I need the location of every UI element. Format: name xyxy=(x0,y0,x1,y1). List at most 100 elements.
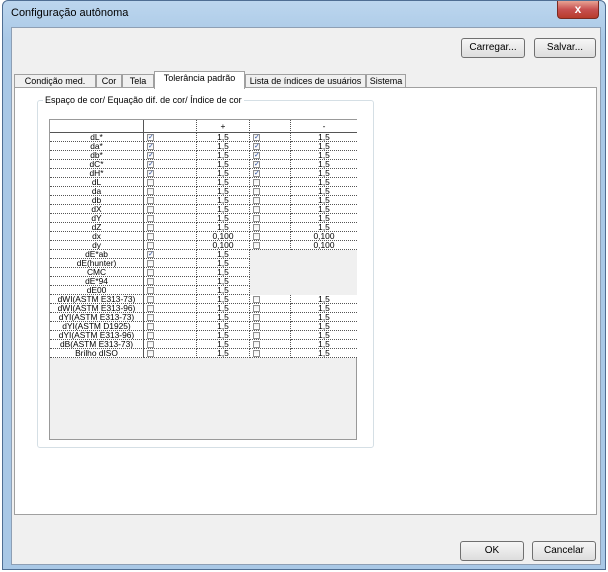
minus-tolerance-value[interactable]: 1,5 xyxy=(291,295,357,304)
plus-tolerance-value[interactable]: 1,5 xyxy=(197,286,250,295)
plus-enable-checkbox[interactable] xyxy=(147,179,154,186)
plus-enable-checkbox[interactable] xyxy=(147,188,154,195)
plus-tolerance-value[interactable]: 1,5 xyxy=(197,322,250,331)
minus-tolerance-value[interactable]: 1,5 xyxy=(291,322,357,331)
minus-enable-checkbox[interactable] xyxy=(253,143,260,150)
plus-enable-checkbox[interactable] xyxy=(147,350,154,357)
plus-enable-checkbox[interactable] xyxy=(147,278,154,285)
minus-tolerance-value[interactable]: 0,100 xyxy=(291,232,357,241)
plus-tolerance-value[interactable]: 1,5 xyxy=(197,142,250,151)
minus-enable-checkbox[interactable] xyxy=(253,188,260,195)
minus-enable-checkbox[interactable] xyxy=(253,323,260,330)
minus-tolerance-value[interactable]: 1,5 xyxy=(291,214,357,223)
tab-user-index-list[interactable]: Lista de índices de usuários xyxy=(245,74,366,88)
plus-tolerance-value[interactable]: 1,5 xyxy=(197,313,250,322)
plus-enable-checkbox[interactable] xyxy=(147,134,154,141)
plus-enable-checkbox[interactable] xyxy=(147,170,154,177)
plus-enable-checkbox[interactable] xyxy=(147,251,154,258)
plus-tolerance-value[interactable]: 1,5 xyxy=(197,277,250,286)
plus-tolerance-value[interactable]: 1,5 xyxy=(197,169,250,178)
minus-tolerance-value[interactable]: 1,5 xyxy=(291,187,357,196)
plus-tolerance-value[interactable]: 0,100 xyxy=(197,232,250,241)
ok-button[interactable]: OK xyxy=(460,541,524,561)
plus-enable-checkbox[interactable] xyxy=(147,143,154,150)
close-button[interactable]: x xyxy=(557,1,599,19)
plus-tolerance-value[interactable]: 1,5 xyxy=(197,196,250,205)
minus-tolerance-value[interactable]: 1,5 xyxy=(291,142,357,151)
minus-enable-checkbox[interactable] xyxy=(253,314,260,321)
save-button[interactable]: Salvar... xyxy=(534,38,596,58)
minus-enable-checkbox[interactable] xyxy=(253,179,260,186)
minus-enable-checkbox[interactable] xyxy=(253,233,260,240)
plus-enable-checkbox[interactable] xyxy=(147,332,154,339)
minus-tolerance-value[interactable]: 1,5 xyxy=(291,133,357,142)
plus-tolerance-value[interactable]: 1,5 xyxy=(197,178,250,187)
plus-enable-checkbox[interactable] xyxy=(147,161,154,168)
plus-enable-checkbox[interactable] xyxy=(147,296,154,303)
minus-enable-checkbox[interactable] xyxy=(253,161,260,168)
plus-tolerance-value[interactable]: 1,5 xyxy=(197,295,250,304)
cancel-button[interactable]: Cancelar xyxy=(532,541,596,561)
tab-screen[interactable]: Tela xyxy=(122,74,154,88)
plus-tolerance-value[interactable]: 1,5 xyxy=(197,151,250,160)
plus-tolerance-value[interactable]: 1,5 xyxy=(197,349,250,358)
tab-system[interactable]: Sistema xyxy=(366,74,406,88)
minus-enable-checkbox[interactable] xyxy=(253,296,260,303)
tab-measurement-condition[interactable]: Condição med. xyxy=(14,74,96,88)
minus-enable-checkbox[interactable] xyxy=(253,242,260,249)
minus-tolerance-value[interactable]: 1,5 xyxy=(291,304,357,313)
minus-enable-checkbox[interactable] xyxy=(253,350,260,357)
plus-enable-checkbox[interactable] xyxy=(147,197,154,204)
tab-default-tolerance[interactable]: Tolerância padrão xyxy=(154,71,245,89)
title-bar[interactable]: Configuração autônoma x xyxy=(3,1,605,27)
minus-enable-checkbox[interactable] xyxy=(253,152,260,159)
minus-tolerance-value[interactable]: 1,5 xyxy=(291,223,357,232)
plus-enable-checkbox[interactable] xyxy=(147,233,154,240)
plus-enable-checkbox[interactable] xyxy=(147,269,154,276)
minus-enable-checkbox[interactable] xyxy=(253,341,260,348)
plus-tolerance-value[interactable]: 1,5 xyxy=(197,304,250,313)
minus-tolerance-value[interactable]: 1,5 xyxy=(291,205,357,214)
plus-tolerance-value[interactable]: 1,5 xyxy=(197,205,250,214)
plus-tolerance-value[interactable]: 1,5 xyxy=(197,331,250,340)
minus-enable-checkbox[interactable] xyxy=(253,332,260,339)
plus-enable-checkbox[interactable] xyxy=(147,287,154,294)
plus-tolerance-value[interactable]: 1,5 xyxy=(197,133,250,142)
minus-tolerance-value[interactable]: 1,5 xyxy=(291,178,357,187)
minus-tolerance-value[interactable]: 1,5 xyxy=(291,313,357,322)
minus-enable-checkbox[interactable] xyxy=(253,224,260,231)
plus-enable-checkbox[interactable] xyxy=(147,206,154,213)
plus-tolerance-value[interactable]: 1,5 xyxy=(197,250,250,259)
load-button[interactable]: Carregar... xyxy=(461,38,525,58)
minus-enable-checkbox[interactable] xyxy=(253,170,260,177)
minus-tolerance-value[interactable]: 1,5 xyxy=(291,160,357,169)
plus-enable-checkbox[interactable] xyxy=(147,305,154,312)
minus-enable-checkbox[interactable] xyxy=(253,134,260,141)
plus-tolerance-value[interactable]: 1,5 xyxy=(197,160,250,169)
minus-enable-checkbox[interactable] xyxy=(253,197,260,204)
plus-enable-checkbox[interactable] xyxy=(147,224,154,231)
plus-tolerance-value[interactable]: 1,5 xyxy=(197,268,250,277)
minus-tolerance-value[interactable]: 1,5 xyxy=(291,340,357,349)
minus-tolerance-value[interactable]: 1,5 xyxy=(291,196,357,205)
plus-enable-checkbox[interactable] xyxy=(147,152,154,159)
plus-enable-checkbox[interactable] xyxy=(147,323,154,330)
plus-enable-checkbox[interactable] xyxy=(147,215,154,222)
minus-tolerance-value[interactable]: 0,100 xyxy=(291,241,357,250)
plus-tolerance-value[interactable]: 0,100 xyxy=(197,241,250,250)
minus-enable-checkbox[interactable] xyxy=(253,206,260,213)
minus-tolerance-value[interactable]: 1,5 xyxy=(291,349,357,358)
plus-enable-checkbox[interactable] xyxy=(147,260,154,267)
plus-enable-checkbox[interactable] xyxy=(147,341,154,348)
minus-tolerance-value[interactable]: 1,5 xyxy=(291,151,357,160)
minus-enable-checkbox[interactable] xyxy=(253,305,260,312)
plus-enable-checkbox[interactable] xyxy=(147,242,154,249)
minus-enable-checkbox[interactable] xyxy=(253,215,260,222)
plus-tolerance-value[interactable]: 1,5 xyxy=(197,214,250,223)
plus-enable-checkbox[interactable] xyxy=(147,314,154,321)
plus-tolerance-value[interactable]: 1,5 xyxy=(197,259,250,268)
minus-tolerance-value[interactable]: 1,5 xyxy=(291,331,357,340)
plus-tolerance-value[interactable]: 1,5 xyxy=(197,223,250,232)
plus-tolerance-value[interactable]: 1,5 xyxy=(197,340,250,349)
minus-tolerance-value[interactable]: 1,5 xyxy=(291,169,357,178)
